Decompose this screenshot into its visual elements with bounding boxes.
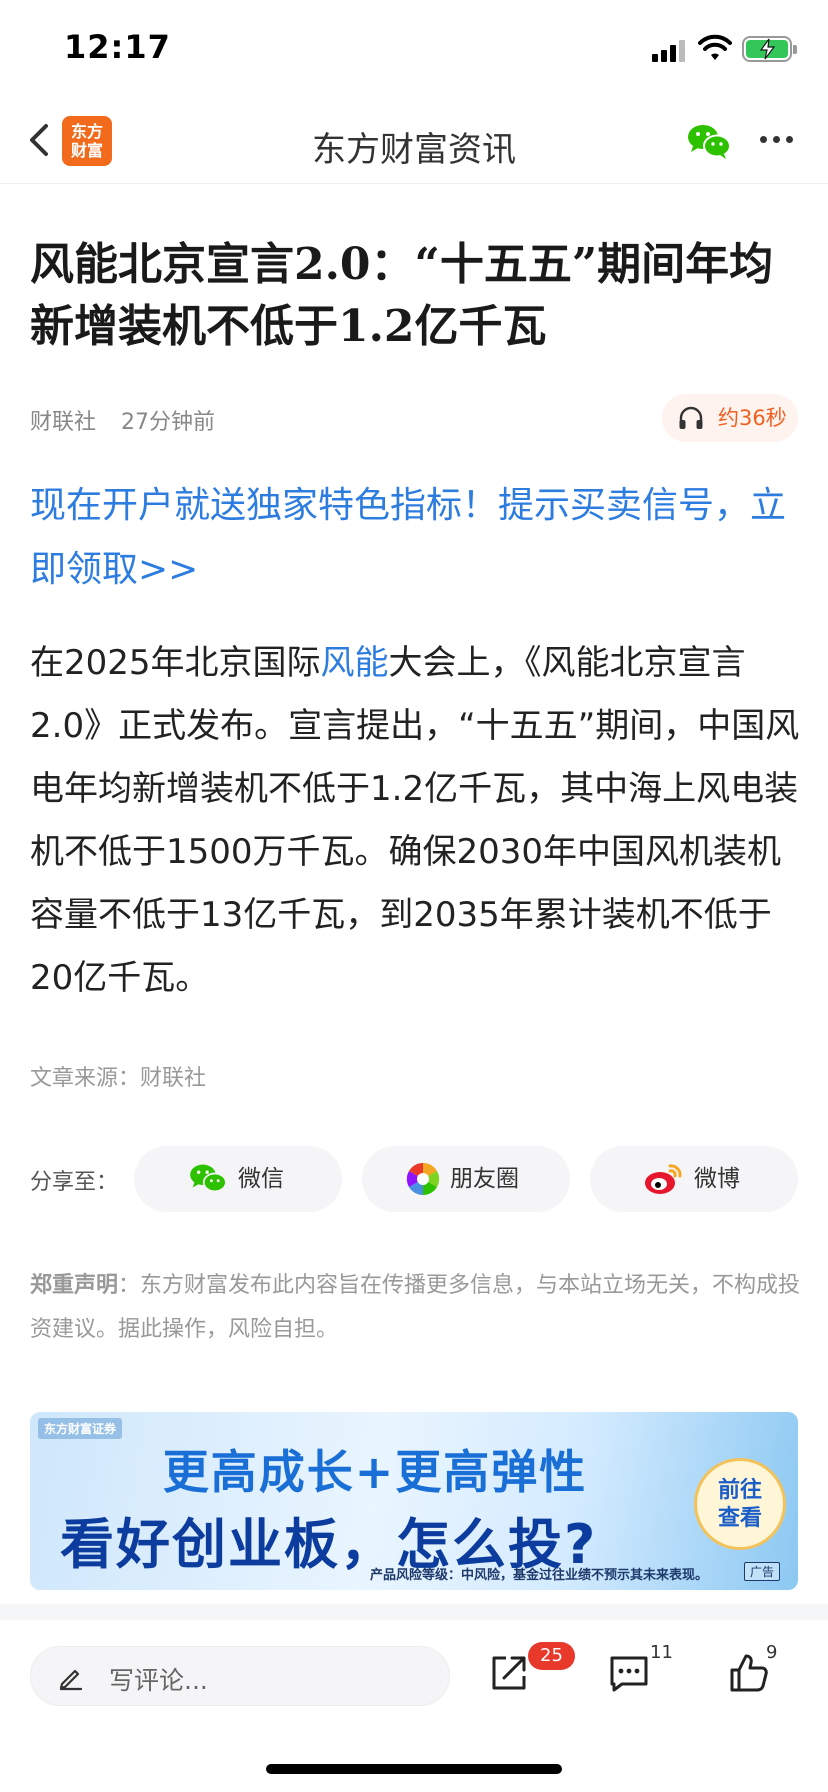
cellular-signal-icon bbox=[652, 38, 688, 62]
battery-icon bbox=[742, 36, 797, 62]
share-weibo-label: 微博 bbox=[694, 1166, 740, 1192]
comment-input[interactable]: 写评论... bbox=[30, 1646, 450, 1706]
ad-cta-line2: 查看 bbox=[717, 1506, 762, 1531]
disclaimer-title: 郑重声明 bbox=[30, 1273, 119, 1298]
like-count: 9 bbox=[766, 1642, 778, 1663]
wifi-icon bbox=[698, 34, 732, 60]
article-headline: 风能北京宣言2.0：“十五五”期间年均新增装机不低于1.2亿千瓦 bbox=[30, 239, 774, 352]
ad-cta-line1: 前往 bbox=[717, 1478, 762, 1503]
share-moments-label: 朋友圈 bbox=[450, 1166, 519, 1192]
ad-headline-1: 更高成长+更高弹性 bbox=[162, 1445, 588, 1499]
article-source: 财联社 bbox=[30, 410, 97, 435]
home-indicator bbox=[266, 1764, 562, 1774]
headphones-icon bbox=[679, 406, 703, 429]
disclaimer: 郑重声明：东方财富发布此内容旨在传播更多信息，与本站立场无关，不构成投资建议。据… bbox=[30, 1264, 802, 1352]
wechat-share-icon[interactable] bbox=[686, 122, 732, 162]
bottom-action-bar: 写评论... 25 11 9 bbox=[0, 1620, 828, 1736]
pencil-icon bbox=[59, 1669, 83, 1691]
body-text-post: 大会上，《风能北京宣言2.0》正式发布。宣言提出，“十五五”期间，中国风电年均新… bbox=[30, 643, 800, 998]
share-wechat-button[interactable]: 微信 bbox=[134, 1146, 342, 1212]
article-time: 27分钟前 bbox=[121, 410, 216, 435]
comment-placeholder: 写评论... bbox=[109, 1666, 208, 1695]
share-icon[interactable] bbox=[486, 1650, 532, 1696]
article-meta: 财联社 27分钟前 bbox=[30, 404, 215, 436]
disclaimer-text: ：东方财富发布此内容旨在传播更多信息，与本站立场无关，不构成投资建议。据此操作，… bbox=[30, 1273, 801, 1342]
share-weibo-button[interactable]: 微博 bbox=[590, 1146, 798, 1212]
ad-tag: 广告 bbox=[744, 1562, 781, 1581]
share-wechat-label: 微信 bbox=[238, 1166, 284, 1192]
comment-count: 11 bbox=[650, 1642, 673, 1663]
status-bar: 12:17 bbox=[0, 0, 828, 100]
open-account-promo-link[interactable]: 现在开户就送独家特色指标！提示买卖信号，立即领取>> bbox=[30, 474, 802, 602]
status-time: 12:17 bbox=[64, 28, 171, 66]
moments-aperture-icon bbox=[406, 1162, 440, 1196]
keyword-link-wind-energy[interactable]: 风能 bbox=[321, 643, 389, 683]
share-moments-button[interactable]: 朋友圈 bbox=[362, 1146, 570, 1212]
listen-audio-button[interactable]: 约36秒 bbox=[662, 394, 798, 442]
ad-risk-notice: 产品风险等级：中风险，基金过往业绩不预示其未来表现。 bbox=[370, 1568, 709, 1583]
share-label: 分享至： bbox=[30, 1170, 119, 1195]
article-source-line: 文章来源：财联社 bbox=[30, 1066, 207, 1091]
share-count-badge: 25 bbox=[528, 1642, 575, 1670]
audio-duration: 约36秒 bbox=[718, 406, 787, 430]
wechat-icon bbox=[190, 1164, 227, 1193]
article-body: 在2025年北京国际风能大会上，《风能北京宣言2.0》正式发布。宣言提出，“十五… bbox=[30, 632, 806, 1010]
weibo-icon bbox=[645, 1164, 682, 1194]
ad-cta-button[interactable]: 前往 查看 bbox=[694, 1458, 786, 1550]
body-text-pre: 在2025年北京国际 bbox=[30, 643, 321, 683]
ad-banner[interactable]: 东方财富证券 更高成长+更高弹性 看好创业板，怎么投? 前往 查看 产品风险等级… bbox=[30, 1412, 798, 1590]
section-divider bbox=[0, 1604, 828, 1620]
nav-bar: 东方 财富 东方财富资讯 bbox=[0, 100, 828, 184]
comment-icon[interactable] bbox=[606, 1650, 652, 1696]
more-options-icon[interactable] bbox=[760, 136, 794, 146]
